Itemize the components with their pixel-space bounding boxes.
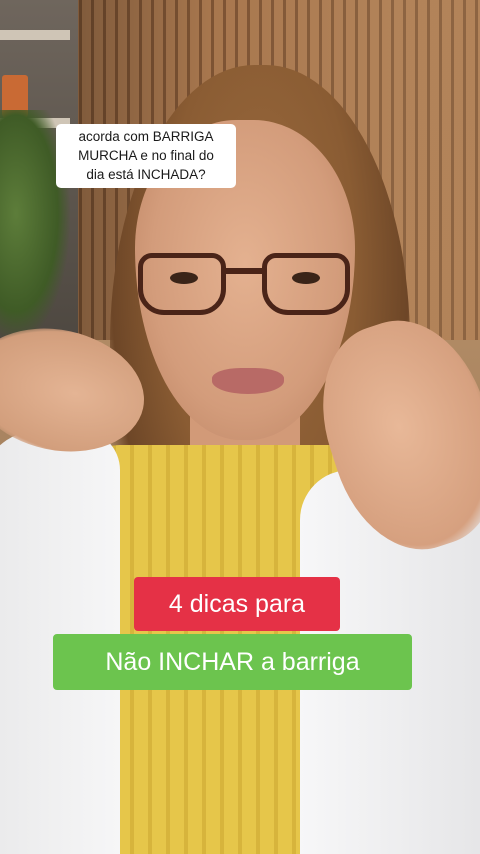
shelf-top <box>0 30 70 40</box>
video-frame[interactable]: acorda com BARRIGA MURCHA e no final do … <box>0 0 480 854</box>
question-line-2: MURCHA e no final do <box>78 148 214 163</box>
glasses-left-lens <box>138 253 226 315</box>
question-line-3: dia está INCHADA? <box>86 167 206 182</box>
caption-title: 4 dicas para <box>134 577 340 631</box>
glasses-right-lens <box>262 253 350 315</box>
caption-subtitle: Não INCHAR a barriga <box>53 634 412 690</box>
presenter-mouth <box>212 368 284 394</box>
question-line-1: acorda com BARRIGA <box>78 129 214 144</box>
glasses-bridge <box>224 268 264 274</box>
question-sticker: acorda com BARRIGA MURCHA e no final do … <box>56 124 236 188</box>
